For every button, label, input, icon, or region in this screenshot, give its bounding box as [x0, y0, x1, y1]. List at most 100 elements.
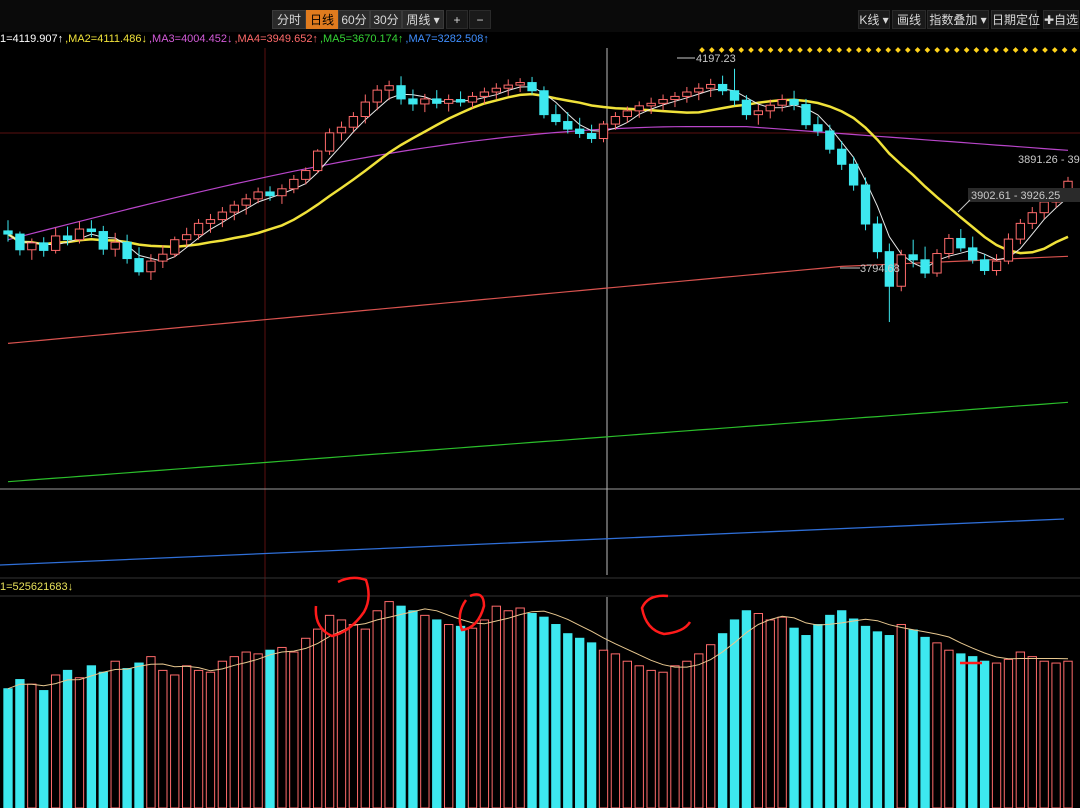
candle-body	[813, 124, 823, 132]
volume-bar	[872, 631, 883, 808]
volume-bar	[467, 627, 478, 808]
future-marker	[973, 47, 980, 53]
candle-body	[682, 91, 692, 97]
annotation-circle	[640, 594, 692, 636]
volume-bar	[896, 624, 906, 808]
future-marker	[895, 47, 901, 53]
candle-body	[551, 114, 561, 123]
future-marker	[1032, 47, 1039, 53]
future-marker	[875, 47, 882, 53]
volume-bar	[563, 633, 573, 808]
candle-body	[622, 110, 632, 118]
volume-bar	[908, 629, 918, 808]
volume-bar	[729, 619, 740, 808]
candle-body	[646, 102, 656, 107]
volume-bar	[360, 628, 370, 808]
price-label: 3794.68	[860, 263, 900, 275]
volume-bar	[646, 669, 656, 808]
candle-body	[610, 116, 621, 125]
candle-body	[27, 242, 37, 251]
volume-bar	[491, 605, 501, 808]
candle-body	[717, 83, 728, 92]
candle-body	[384, 85, 394, 91]
candle-body	[146, 260, 156, 273]
ma1-line	[7, 86, 1069, 270]
volume-bar	[586, 642, 597, 808]
volume-bar	[396, 605, 406, 808]
volume-bar	[479, 619, 490, 808]
volume-bar	[241, 651, 251, 808]
candle-body	[98, 231, 108, 250]
volume-bar	[50, 674, 61, 808]
volume-bar	[527, 613, 537, 808]
volume-bar	[694, 653, 704, 808]
candle-body	[503, 84, 513, 89]
volume-bar	[884, 635, 895, 808]
indicator-line	[0, 518, 1065, 566]
volume-bar	[3, 688, 13, 808]
future-marker	[924, 47, 931, 53]
future-marker	[914, 47, 921, 53]
candle-body	[789, 99, 799, 106]
candle-body	[872, 223, 883, 253]
volume-bar	[372, 610, 382, 808]
volume-bar	[539, 616, 549, 808]
candlestick-chart[interactable]: 4197.23 3794.68 3891.26 - 39 3902.61 - 3926…	[0, 0, 1080, 808]
candle-body	[979, 259, 990, 272]
candle-body	[706, 83, 716, 89]
volume-bar	[110, 660, 120, 808]
candle-body	[694, 87, 704, 93]
volume-bar	[1063, 660, 1073, 808]
future-marker	[787, 47, 794, 53]
volume-bar	[289, 651, 299, 808]
candle-body	[348, 116, 359, 128]
volume-bar	[455, 625, 466, 808]
volume-bar	[15, 679, 25, 808]
future-marker	[846, 47, 852, 53]
candle-body	[241, 198, 251, 206]
volume-bar	[848, 618, 859, 808]
candle-body	[86, 228, 97, 233]
volume-bar	[575, 637, 585, 808]
volume-bar	[813, 624, 823, 808]
future-marker	[953, 47, 960, 53]
volume-bar	[622, 660, 632, 808]
candle-body	[777, 99, 787, 106]
candle-body	[729, 90, 740, 101]
volume-bar	[932, 642, 942, 808]
future-marker	[728, 47, 735, 53]
volume-bar	[789, 627, 799, 808]
future-marker	[1042, 47, 1048, 53]
candle-body	[932, 253, 942, 274]
volume-bar	[265, 649, 275, 808]
candle-body	[39, 242, 49, 251]
candle-body	[301, 170, 311, 180]
volume-bar	[444, 624, 454, 808]
candle-body	[253, 191, 263, 200]
future-marker	[944, 47, 950, 53]
candle-body	[289, 178, 299, 190]
candle-body	[15, 233, 25, 251]
volume-bar	[979, 660, 990, 808]
volume-bar	[658, 671, 668, 808]
future-marker	[1071, 47, 1078, 53]
candle-body	[122, 241, 132, 260]
candle-body	[408, 98, 418, 105]
future-marker	[718, 47, 725, 53]
candle-body	[360, 101, 370, 118]
candle-body	[455, 99, 466, 103]
volume-bar	[134, 662, 144, 808]
volume-bar	[825, 614, 835, 808]
candle-body	[860, 184, 871, 225]
future-marker	[777, 47, 784, 53]
future-marker	[1022, 47, 1029, 53]
volume-bar	[920, 636, 930, 808]
volume-bar	[432, 619, 442, 808]
candle-body	[586, 132, 597, 140]
future-marker	[1012, 47, 1019, 53]
candle-body	[837, 148, 847, 165]
volume-bar	[503, 610, 513, 808]
ma4-line	[7, 255, 1069, 344]
volume-bar	[944, 649, 954, 808]
candle-body	[634, 105, 644, 112]
